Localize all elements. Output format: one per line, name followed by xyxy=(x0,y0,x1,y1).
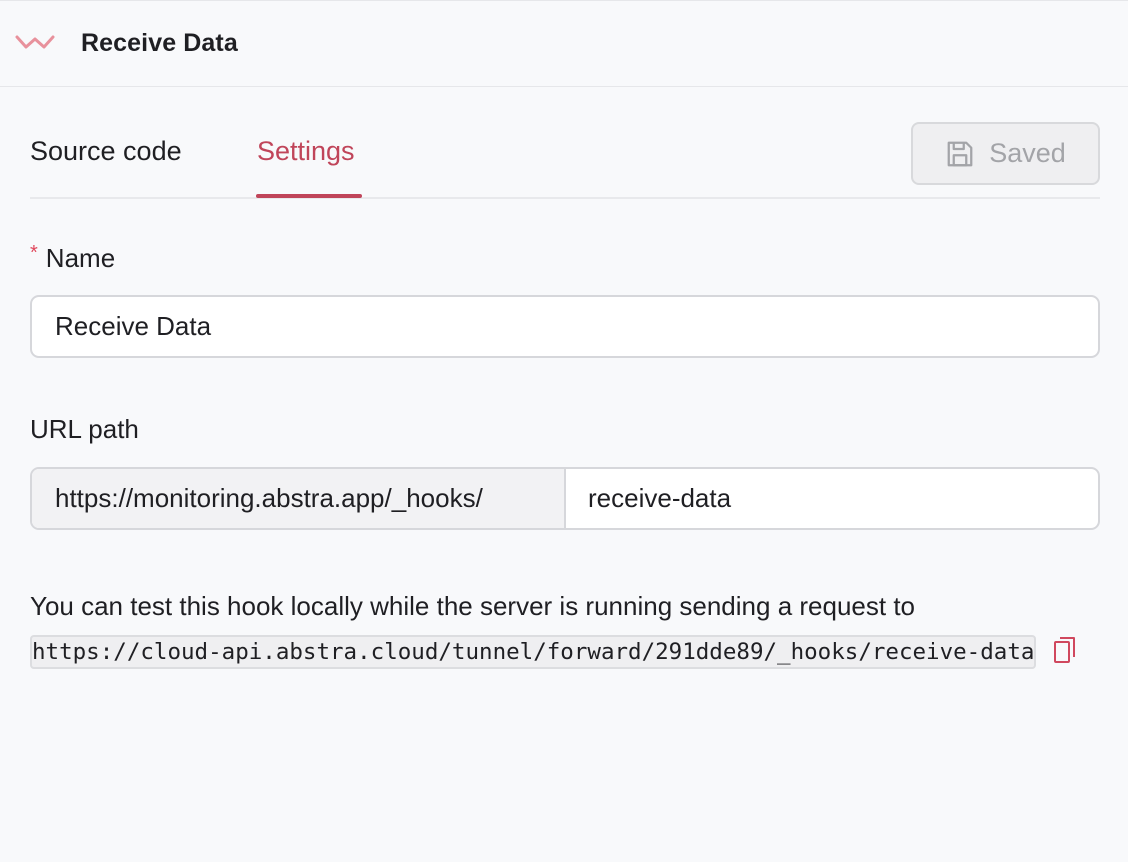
name-label-text: Name xyxy=(45,243,116,273)
page-title: Receive Data xyxy=(81,29,238,57)
test-url-code: https://cloud-api.abstra.cloud/tunnel/fo… xyxy=(30,635,1037,669)
url-path-label: URL path xyxy=(30,414,139,444)
save-icon xyxy=(947,141,973,166)
hook-icon xyxy=(15,35,55,49)
page-header: Receive Data xyxy=(0,0,1128,87)
copy-icon[interactable] xyxy=(1052,635,1078,665)
saved-button[interactable]: Saved xyxy=(911,122,1100,185)
url-path-field: https://monitoring.abstra.app/_hooks/ re… xyxy=(30,467,1100,530)
help-description: You can test this hook locally while the… xyxy=(30,591,916,621)
url-prefix: https://monitoring.abstra.app/_hooks/ xyxy=(32,469,566,528)
tab-settings[interactable]: Settings xyxy=(257,136,355,167)
name-label: * Name xyxy=(30,242,116,274)
active-tab-indicator xyxy=(256,194,362,198)
url-path-input[interactable]: receive-data xyxy=(566,469,1098,528)
saved-button-label: Saved xyxy=(989,138,1066,168)
tab-source-code[interactable]: Source code xyxy=(30,136,182,167)
name-input[interactable]: Receive Data xyxy=(30,295,1100,358)
help-text: You can test this hook locally while the… xyxy=(30,584,1110,674)
required-mark: * xyxy=(30,242,38,264)
